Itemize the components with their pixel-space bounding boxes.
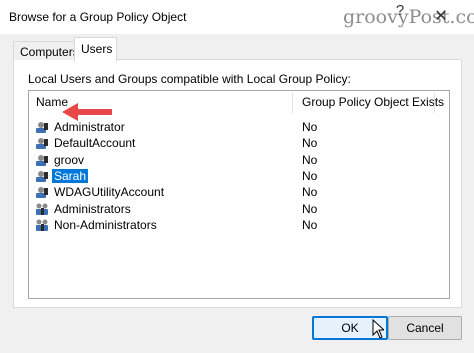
mouse-cursor-icon xyxy=(372,319,384,339)
user-icon xyxy=(35,153,49,167)
list-item-name: Non-Administrators xyxy=(54,217,157,232)
cancel-button[interactable]: Cancel xyxy=(388,316,462,340)
list-item-gpo-exists: No xyxy=(302,120,318,134)
list-item[interactable]: WDAGUtilityAccount No xyxy=(30,184,448,200)
tab-computers-label: Computers xyxy=(20,45,79,59)
user-icon xyxy=(35,185,49,199)
list-item[interactable]: groov No xyxy=(30,152,448,168)
tab-users[interactable]: Users xyxy=(74,37,117,62)
users-tab-panel: Local Users and Groups compatible with L… xyxy=(13,60,462,308)
tab-computers[interactable]: Computers xyxy=(13,41,79,60)
close-button[interactable]: ✕ xyxy=(430,7,452,27)
list-item-gpo-exists: No xyxy=(302,185,318,200)
user-icon xyxy=(35,169,49,183)
annotation-arrow xyxy=(62,103,112,121)
column-divider[interactable] xyxy=(292,93,293,113)
list-item[interactable]: Non-Administrators No xyxy=(30,217,448,233)
user-icon xyxy=(35,136,49,150)
list-item[interactable]: Administrators No xyxy=(30,201,448,217)
list-item-name: Sarah xyxy=(52,168,89,183)
list-item-gpo-exists: No xyxy=(302,217,318,232)
list-item[interactable]: DefaultAccount No xyxy=(30,135,448,151)
column-header-gpo-exists[interactable]: Group Policy Object Exists xyxy=(302,95,444,109)
group-icon xyxy=(35,218,49,232)
list-item-name: groov xyxy=(54,152,85,167)
group-icon xyxy=(35,202,49,216)
list-item-gpo-exists: No xyxy=(302,168,318,183)
list-caption: Local Users and Groups compatible with L… xyxy=(28,72,351,86)
list-item[interactable]: Sarah No xyxy=(30,168,448,184)
tab-users-label: Users xyxy=(81,42,113,56)
list-item-name: Administrators xyxy=(54,201,131,216)
watermark: groovyPost.com xyxy=(343,6,474,28)
window-title: Browse for a Group Policy Object xyxy=(9,10,187,24)
user-icon xyxy=(35,120,49,134)
list-item-name: DefaultAccount xyxy=(54,136,136,151)
title-bar: Browse for a Group Policy Object groovyP… xyxy=(0,0,474,34)
list-item-gpo-exists: No xyxy=(302,136,318,151)
list-item-gpo-exists: No xyxy=(302,152,318,167)
help-button[interactable]: ? xyxy=(393,2,407,20)
list-item-gpo-exists: No xyxy=(302,201,318,216)
column-divider[interactable] xyxy=(434,93,435,113)
list-item-name: WDAGUtilityAccount xyxy=(54,185,165,200)
